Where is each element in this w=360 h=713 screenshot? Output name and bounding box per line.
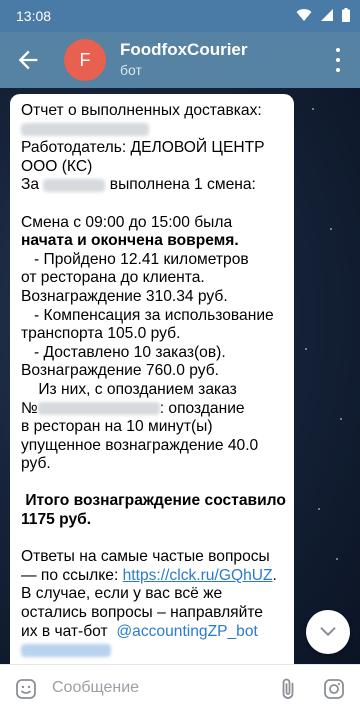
compensation-line-2: транспорта 105.0 руб. [21, 325, 181, 343]
shift-date-line: За выполнена 1 смена: [21, 176, 256, 194]
battery-icon [342, 8, 350, 22]
status-time: 13:08 [16, 8, 52, 24]
avatar-letter: F [79, 49, 91, 70]
chat-subtitle: бот [120, 62, 142, 78]
employer-line: Работодатель: ДЕЛОВОЙ ЦЕНТР [21, 139, 265, 157]
distance-line: - Пройдено 12.41 километров [21, 250, 249, 268]
message-input[interactable]: Сообщение [52, 679, 139, 697]
questions-line: В случае, если у вас всё же [21, 585, 223, 603]
questions-line-2: остались вопросы – направляйте [21, 604, 263, 622]
more-vert-icon[interactable] [328, 48, 348, 72]
chevron-down-icon [320, 627, 336, 636]
chat-header: F FoodfoxCourier бот [0, 32, 360, 88]
faq-line: Ответы на самые частые вопросы [21, 548, 270, 566]
back-arrow-icon[interactable] [14, 46, 42, 74]
shift-time-line: Смена с 09:00 до 15:00 была [21, 213, 233, 231]
distance-line-2: от ресторана до клиента. [21, 269, 205, 287]
distance-reward-line: Вознаграждение 310.34 руб. [21, 287, 228, 305]
bot-mention-line: их в чат-бот @accountingZP_bot [21, 622, 258, 640]
lost-reward-line: упущенное вознаграждение 40.0 [21, 436, 259, 454]
message-input-bar: Сообщение [0, 664, 360, 713]
status-bar: 13:08 [0, 0, 360, 32]
avatar[interactable]: F [64, 39, 106, 81]
cut-off-line [21, 641, 284, 660]
chat-area: Отчет о выполненных доставках: Работодат… [0, 88, 360, 664]
wifi-icon [296, 9, 312, 21]
total-line: Итого вознаграждение составило [21, 492, 286, 510]
late-order-number-line: №: опоздание [21, 399, 245, 417]
total-amount-line: 1175 руб. [21, 511, 92, 529]
scroll-down-button[interactable] [306, 610, 350, 654]
bot-mention-link[interactable]: @accountingZP_bot [116, 623, 258, 640]
lost-reward-line-2: руб. [21, 455, 51, 473]
camera-icon[interactable] [322, 677, 346, 701]
shift-ontime-line: начата и окончена вовремя. [21, 232, 239, 250]
compensation-line: - Компенсация за использование [21, 306, 274, 324]
report-header: Отчет о выполненных доставках: [21, 102, 262, 119]
orders-reward-line: Вознаграждение 760.0 руб. [21, 362, 219, 380]
redacted-courier-name [21, 121, 284, 140]
signal-icon [321, 9, 333, 21]
paperclip-icon[interactable] [276, 677, 300, 701]
faq-link[interactable]: https://clck.ru/GQhUZ [123, 567, 273, 584]
employer-line-2: ООО (КС) [21, 157, 93, 175]
emoji-icon[interactable] [14, 677, 38, 701]
late-delay-line: в ресторан на 10 минут(ы) [21, 418, 213, 436]
message-bubble: Отчет о выполненных доставках: Работодат… [10, 94, 294, 664]
orders-line: - Доставлено 10 заказ(ов). [21, 343, 226, 361]
late-orders-line: Из них, с опозданием заказ [21, 380, 237, 398]
status-icons [296, 8, 350, 22]
faq-link-line: — по ссылке: https://clck.ru/GQhUZ. [21, 566, 277, 584]
chat-title[interactable]: FoodfoxCourier [120, 40, 248, 60]
